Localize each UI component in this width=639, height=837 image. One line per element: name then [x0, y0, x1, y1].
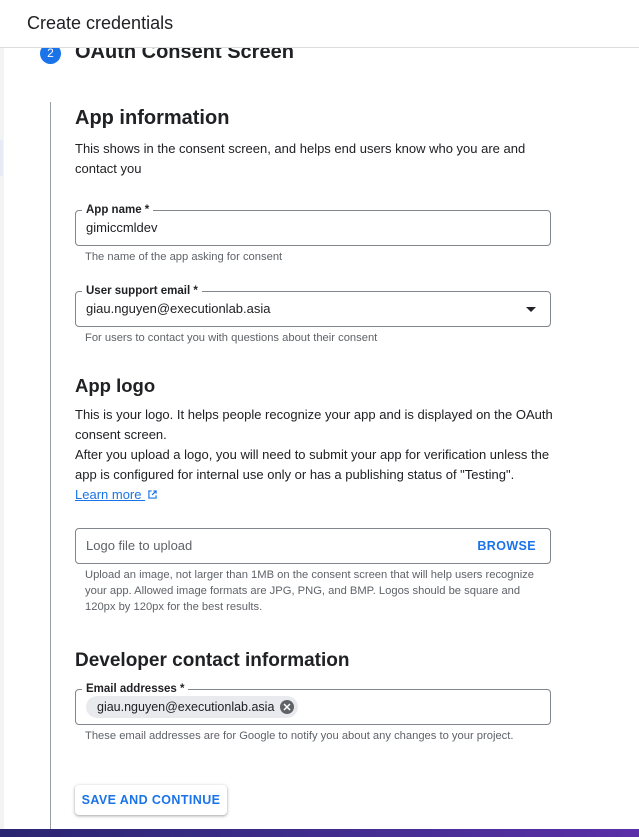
top-bar: Create credentials	[0, 0, 639, 48]
dropdown-arrow-icon[interactable]	[526, 307, 536, 312]
app-information-heading: App information	[75, 107, 230, 129]
email-chip-label: giau.nguyen@executionlab.asia	[97, 700, 275, 714]
learn-more-link[interactable]: Learn more	[75, 487, 157, 502]
app-logo-description-2: After you upload a logo, you will need t…	[75, 447, 550, 482]
learn-more-label: Learn more	[75, 487, 142, 502]
external-link-icon	[148, 490, 157, 499]
app-logo-description-1: This is your logo. It helps people recog…	[75, 407, 553, 442]
email-addresses-label: Email addresses *	[82, 682, 189, 696]
logo-upload-hint: Upload an image, not larger than 1MB on …	[85, 569, 535, 613]
stepper-line	[50, 102, 51, 830]
logo-upload-placeholder: Logo file to upload	[86, 538, 193, 553]
user-support-email-value: giau.nguyen@executionlab.asia	[86, 301, 271, 316]
save-and-continue-button[interactable]: SAVE AND CONTINUE	[75, 785, 227, 815]
app-name-label: App name *	[82, 203, 154, 217]
bottom-gradient-bar	[0, 829, 639, 837]
user-support-email-select[interactable]: User support email * giau.nguyen@executi…	[75, 284, 551, 327]
page-title: Create credentials	[27, 13, 174, 33]
left-panel-edge	[0, 48, 4, 830]
email-chip[interactable]: giau.nguyen@executionlab.asia	[86, 696, 299, 718]
app-name-value: gimiccmldev	[86, 220, 158, 235]
user-support-email-hint: For users to contact you with questions …	[85, 332, 378, 344]
developer-contact-heading: Developer contact information	[75, 650, 350, 671]
app-name-field[interactable]: App name * gimiccmldev	[75, 203, 551, 246]
logo-upload-field[interactable]: Logo file to upload BROWSE	[75, 528, 551, 564]
email-addresses-hint: These email addresses are for Google to …	[85, 730, 514, 742]
app-information-description: This shows in the consent screen, and he…	[75, 141, 526, 176]
email-addresses-field[interactable]: Email addresses * giau.nguyen@executionl…	[75, 682, 551, 725]
left-panel-marker	[0, 140, 3, 176]
remove-chip-icon[interactable]	[280, 700, 295, 714]
user-support-email-label: User support email *	[82, 284, 202, 298]
app-name-hint: The name of the app asking for consent	[85, 251, 283, 263]
browse-button[interactable]: BROWSE	[477, 539, 536, 553]
app-logo-heading: App logo	[75, 375, 156, 396]
